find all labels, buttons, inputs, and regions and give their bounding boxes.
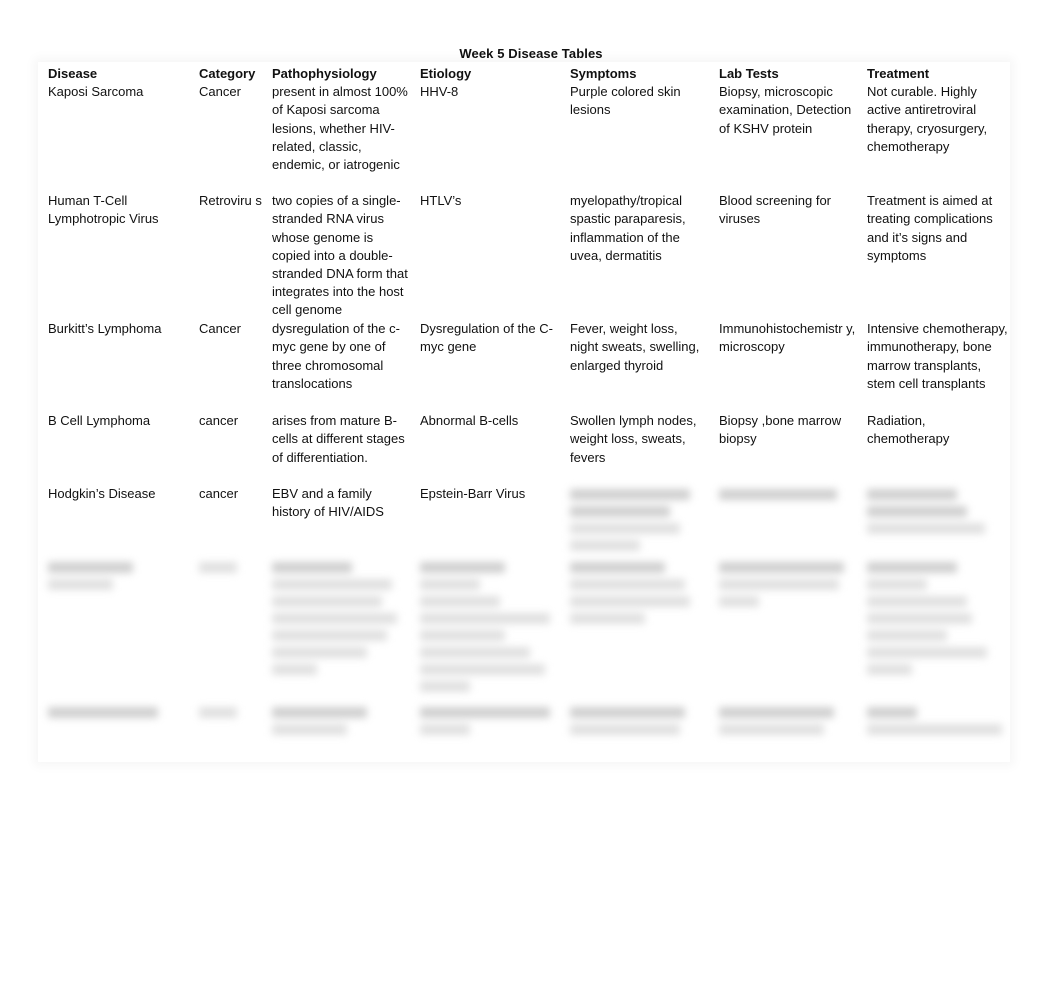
table-header-row: Disease Category Pathophysiology Etiolog… (38, 62, 1010, 83)
cell-blurred (410, 558, 560, 703)
header-disease: Disease (48, 66, 98, 81)
header-category: Category (199, 66, 256, 81)
cell-disease: Human T-Cell Lymphotropic Virus (48, 193, 159, 227)
cell-etiology: Abnormal B-cells (420, 413, 519, 429)
cell-etiology: HHV-8 (420, 84, 459, 100)
cell-lab-tests: Biopsy ,bone marrow biopsy (719, 413, 842, 447)
cell-treatment: Intensive chemotherapy, immunotherapy, b… (867, 321, 1008, 391)
cell-pathophysiology: EBV and a family history of HIV/AIDS (272, 486, 384, 520)
table-row: Human T-Cell Lymphotropic Virus Retrovir… (38, 192, 1010, 320)
table-row-blurred (38, 558, 1010, 703)
table-row: Burkitt’s Lymphoma Cancer dysregulation … (38, 320, 1010, 412)
cell-blurred (857, 558, 1010, 703)
cell-category: cancer (199, 413, 239, 429)
cell-lab-tests: Blood screening for viruses (719, 193, 832, 227)
cell-category: Cancer (199, 321, 241, 337)
header-symptoms: Symptoms (570, 66, 637, 81)
table-row: B Cell Lymphoma cancer arises from matur… (38, 412, 1010, 485)
cell-treatment: Radiation, chemotherapy (867, 413, 950, 447)
disease-table-container: Disease Category Pathophysiology Etiolog… (38, 62, 1010, 759)
cell-etiology: Dysregulation of the C-myc gene (420, 321, 553, 355)
cell-pathophysiology: two copies of a single-stranded RNA viru… (272, 193, 408, 318)
cell-symptoms-blurred (560, 485, 709, 558)
cell-lab-tests: Immunohistochemistr y, microscopy (719, 321, 856, 355)
document-title: Week 5 Disease Tables (459, 46, 603, 61)
cell-blurred (189, 703, 262, 759)
cell-blurred (560, 558, 709, 703)
cell-disease: Kaposi Sarcoma (48, 84, 144, 100)
cell-blurred (262, 558, 410, 703)
cell-blurred (38, 558, 189, 703)
cell-etiology: Epstein-Barr Virus (420, 486, 526, 502)
cell-etiology: HTLV’s (420, 193, 462, 209)
cell-symptoms: Purple colored skin lesions (570, 84, 681, 118)
cell-category: cancer (199, 486, 239, 502)
cell-symptoms: Swollen lymph nodes, weight loss, sweats… (570, 413, 697, 465)
cell-symptoms: myelopathy/tropical spastic paraparesis,… (570, 193, 686, 263)
cell-pathophysiology: arises from mature B-cells at different … (272, 413, 405, 465)
header-treatment: Treatment (867, 66, 930, 81)
blurred-text (867, 489, 1010, 535)
cell-lab-tests-blurred (709, 485, 857, 558)
disease-table: Disease Category Pathophysiology Etiolog… (38, 62, 1010, 759)
cell-blurred (709, 558, 857, 703)
cell-blurred (560, 703, 709, 759)
cell-treatment: Not curable. Highly active antiretrovira… (867, 84, 988, 154)
cell-pathophysiology: dysregulation of the c-myc gene by one o… (272, 321, 400, 391)
table-row: Kaposi Sarcoma Cancer present in almost … (38, 83, 1010, 192)
cell-lab-tests: Biopsy, microscopic examination, Detecti… (719, 84, 852, 136)
document-page: Week 5 Disease Tables Disease Category P… (0, 0, 1062, 1001)
cell-treatment-blurred (857, 485, 1010, 558)
header-lab-tests: Lab Tests (719, 66, 779, 81)
table-row: Hodgkin’s Disease cancer EBV and a famil… (38, 485, 1010, 558)
cell-disease: B Cell Lymphoma (48, 413, 151, 429)
table-row-blurred (38, 703, 1010, 759)
cell-blurred (857, 703, 1010, 759)
header-etiology: Etiology (420, 66, 472, 81)
cell-disease: Hodgkin’s Disease (48, 486, 156, 502)
cell-treatment: Treatment is aimed at treating complicat… (867, 193, 993, 263)
cell-blurred (189, 558, 262, 703)
cell-pathophysiology: present in almost 100% of Kaposi sarcoma… (272, 84, 408, 173)
cell-category: Retroviru s (199, 193, 262, 209)
cell-blurred (262, 703, 410, 759)
blurred-text (719, 489, 857, 501)
blurred-text (570, 489, 709, 552)
header-pathophysiology: Pathophysiology (272, 66, 377, 81)
cell-symptoms: Fever, weight loss, night sweats, swelli… (570, 321, 700, 373)
cell-blurred (410, 703, 560, 759)
cell-category: Cancer (199, 84, 241, 100)
cell-disease: Burkitt’s Lymphoma (48, 321, 162, 337)
cell-blurred (38, 703, 189, 759)
cell-blurred (709, 703, 857, 759)
